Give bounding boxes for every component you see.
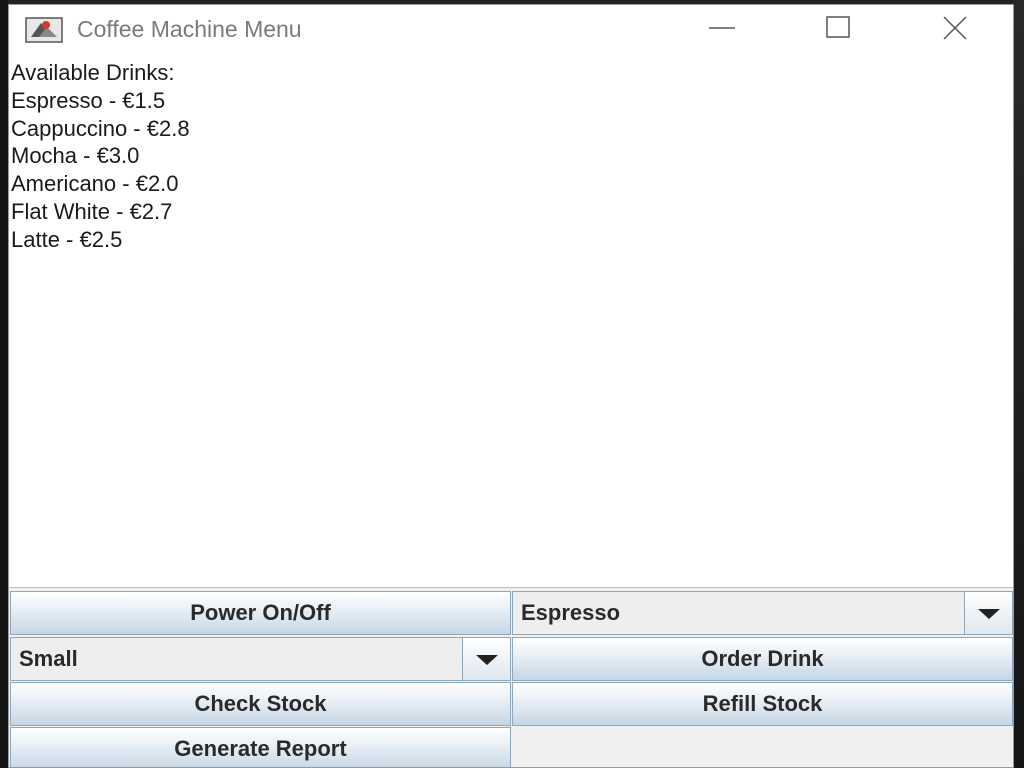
background-left xyxy=(0,0,8,768)
menu-item-americano: Americano - €2.0 xyxy=(11,171,179,197)
refill-stock-button[interactable]: Refill Stock xyxy=(512,682,1013,726)
drink-select-value: Espresso xyxy=(521,600,621,625)
chevron-down-icon xyxy=(977,600,1000,626)
close-button[interactable] xyxy=(897,5,1013,55)
drink-select[interactable]: Espresso xyxy=(512,591,1013,635)
menu-item-latte: Latte - €2.5 xyxy=(11,226,123,252)
minimize-icon xyxy=(709,15,735,46)
check-stock-button[interactable]: Check Stock xyxy=(10,682,511,726)
menu-item-flat-white: Flat White - €2.7 xyxy=(11,198,173,224)
order-drink-button[interactable]: Order Drink xyxy=(512,637,1013,681)
menu-item-mocha: Mocha - €3.0 xyxy=(11,143,140,169)
coffee-app-icon xyxy=(25,15,63,45)
size-select[interactable]: Small xyxy=(10,637,511,681)
background-right xyxy=(1014,0,1024,768)
size-select-value: Small xyxy=(19,646,78,671)
close-icon xyxy=(942,15,968,46)
drink-select-dropdown-button[interactable] xyxy=(964,592,1012,634)
window-title: Coffee Machine Menu xyxy=(77,16,302,42)
menu-item-cappuccino: Cappuccino - €2.8 xyxy=(11,115,190,141)
chevron-down-icon xyxy=(475,646,498,672)
menu-heading: Available Drinks: xyxy=(11,60,175,85)
maximize-icon xyxy=(825,15,851,46)
maximize-button[interactable] xyxy=(780,5,896,55)
menu-text-area[interactable]: Available Drinks: Espresso - €1.5 Cappuc… xyxy=(9,55,1013,588)
minimize-button[interactable] xyxy=(664,5,780,55)
power-button[interactable]: Power On/Off xyxy=(10,591,511,635)
app-window: Coffee Machine Menu Available Drinks: Es… xyxy=(8,4,1014,768)
menu-item-espresso: Espresso - €1.5 xyxy=(11,87,166,113)
title-bar[interactable]: Coffee Machine Menu xyxy=(9,5,1013,56)
generate-report-button[interactable]: Generate Report xyxy=(10,727,511,767)
size-select-dropdown-button[interactable] xyxy=(462,638,510,680)
